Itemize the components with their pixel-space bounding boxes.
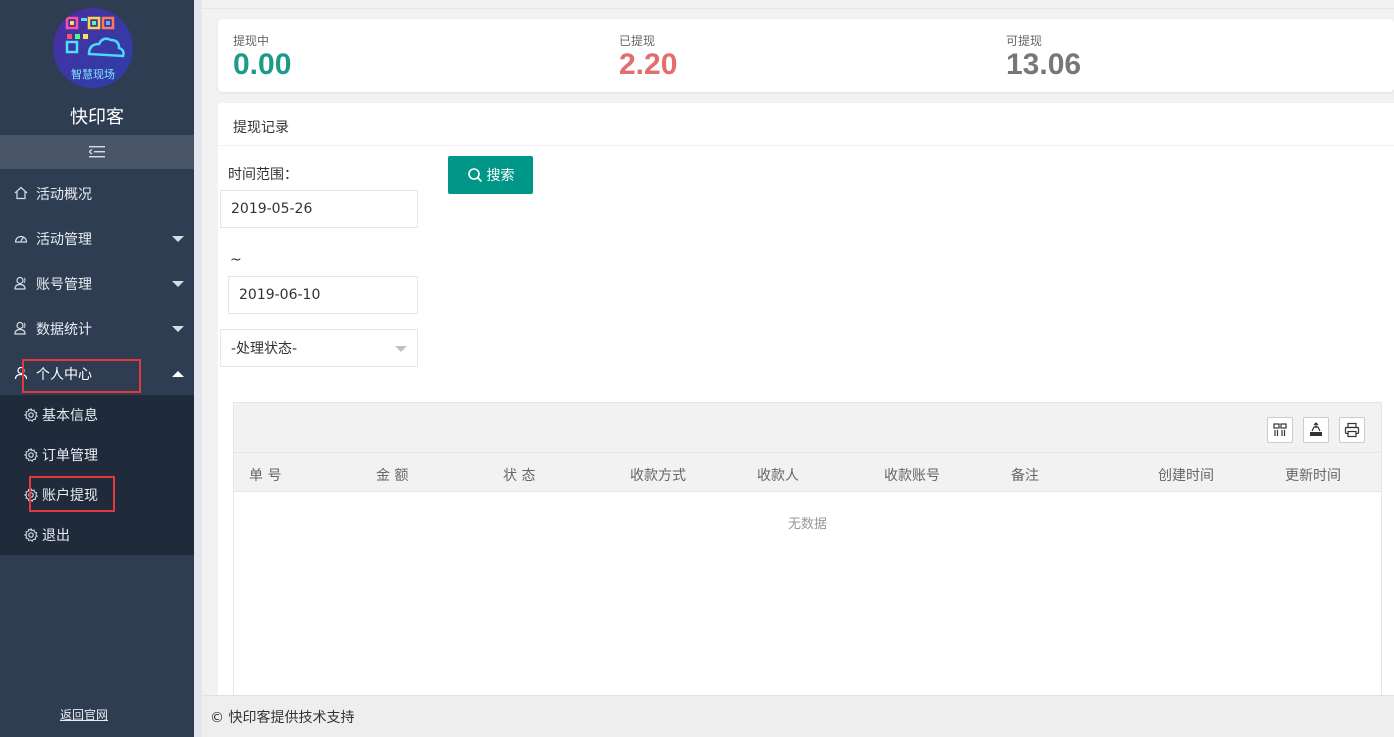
sidebar-item-label: 数据统计 — [36, 321, 92, 338]
submenu-item-label: 订单管理 — [42, 448, 98, 464]
print-icon — [1344, 422, 1360, 438]
sidebar-item-statistics[interactable]: 数据统计 — [0, 306, 194, 351]
columns-icon — [1273, 423, 1287, 436]
column-header[interactable]: 创建时间 — [1158, 465, 1214, 485]
status-select[interactable]: -处理状态- — [220, 329, 418, 367]
column-header[interactable]: 收款人 — [757, 465, 799, 485]
sidebar-item-account-management[interactable]: 账号管理 — [0, 261, 194, 306]
submenu-item-label: 退出 — [42, 528, 70, 544]
export-button[interactable] — [1303, 417, 1329, 443]
stat-label: 提现中 — [233, 34, 270, 48]
stat-label: 已提现 — [619, 34, 656, 48]
export-icon — [1310, 422, 1322, 436]
stat-value: 2.20 — [619, 48, 678, 81]
menu-fold-icon — [89, 146, 105, 158]
top-strip — [202, 0, 1394, 9]
stat-withdrawn: 已提现 2.20 — [619, 33, 677, 81]
stat-value: 13.06 — [1006, 48, 1082, 81]
withdraw-table: 单 号 金 额 状 态 收款方式 收款人 收款账号 备注 创建时间 更新时间 无… — [233, 402, 1382, 702]
sidebar-item-activity-management[interactable]: 活动管理 — [0, 216, 194, 261]
stat-label: 可提现 — [1006, 34, 1043, 48]
chevron-down-icon — [172, 235, 184, 242]
chevron-down-icon — [395, 346, 407, 352]
start-date-input[interactable]: 2019-05-26 — [220, 190, 418, 228]
chevron-down-icon — [172, 325, 184, 332]
range-separator: ~ — [230, 252, 242, 268]
footer-text: © 快印客提供技术支持 — [210, 709, 355, 726]
submenu-item-orders[interactable]: 订单管理 — [0, 435, 194, 475]
table-header: 单 号 金 额 状 态 收款方式 收款人 收款账号 备注 创建时间 更新时间 — [234, 453, 1381, 492]
search-button-label: 搜索 — [486, 168, 515, 184]
status-select-value: -处理状态- — [231, 341, 298, 357]
sidebar-item-overview[interactable]: 活动概况 — [0, 171, 194, 216]
columns-filter-button[interactable] — [1267, 417, 1293, 443]
column-header[interactable]: 收款方式 — [630, 465, 686, 485]
stat-value: 0.00 — [233, 48, 292, 81]
sidebar-collapse-toggle[interactable] — [0, 135, 194, 169]
gear-icon — [24, 448, 38, 462]
end-date-input[interactable]: 2019-06-10 — [228, 276, 418, 314]
time-range-label: 时间范围： — [228, 167, 298, 183]
gear-icon — [24, 528, 38, 542]
highlight-box — [29, 476, 115, 512]
sidebar-item-label: 账号管理 — [36, 276, 92, 293]
home-icon — [14, 186, 28, 200]
highlight-box — [22, 359, 141, 393]
submenu-item-logout[interactable]: 退出 — [0, 515, 194, 555]
stat-pending: 提现中 0.00 — [233, 33, 291, 81]
panel-title: 提现记录 — [233, 120, 289, 136]
brand-name: 快印客 — [70, 107, 124, 128]
withdraw-stats-card: 提现中 0.00 已提现 2.20 可提现 13.06 — [218, 19, 1394, 92]
submenu-item-label: 基本信息 — [42, 408, 98, 424]
brand-logo: 智慧现场 — [53, 8, 133, 88]
divider — [218, 145, 1394, 146]
stat-available: 可提现 13.06 — [1006, 33, 1081, 81]
sidebar: 智慧现场 快印客 活动概况 活动管理 账号管理 数据统计 个人中心 基本信息 订… — [0, 0, 194, 737]
table-toolbar — [234, 403, 1381, 453]
footer: © 快印客提供技术支持 — [202, 695, 1394, 737]
chevron-up-icon — [172, 370, 184, 377]
submenu-item-basic-info[interactable]: 基本信息 — [0, 395, 194, 435]
sidebar-divider — [194, 0, 202, 737]
column-header[interactable]: 单 号 — [249, 465, 281, 485]
user-icon — [14, 321, 26, 335]
back-to-site-link[interactable]: 返回官网 — [0, 706, 168, 723]
column-header[interactable]: 状 态 — [503, 465, 535, 485]
column-header[interactable]: 金 额 — [376, 465, 408, 485]
user-icon — [14, 276, 26, 290]
column-header[interactable]: 备注 — [1011, 465, 1039, 485]
gear-icon — [24, 408, 38, 422]
personal-center-submenu: 基本信息 订单管理 账户提现 退出 — [0, 395, 194, 555]
chevron-down-icon — [172, 280, 184, 287]
logo-text: 智慧现场 — [71, 67, 115, 81]
sidebar-item-label: 活动管理 — [36, 231, 92, 248]
search-icon — [467, 168, 482, 183]
search-button[interactable]: 搜索 — [448, 156, 533, 194]
print-button[interactable] — [1339, 417, 1365, 443]
column-header[interactable]: 更新时间 — [1285, 465, 1341, 485]
empty-state-text: 无数据 — [787, 517, 827, 532]
dashboard-icon — [14, 235, 28, 243]
sidebar-item-label: 活动概况 — [36, 186, 92, 203]
column-header[interactable]: 收款账号 — [884, 465, 940, 485]
